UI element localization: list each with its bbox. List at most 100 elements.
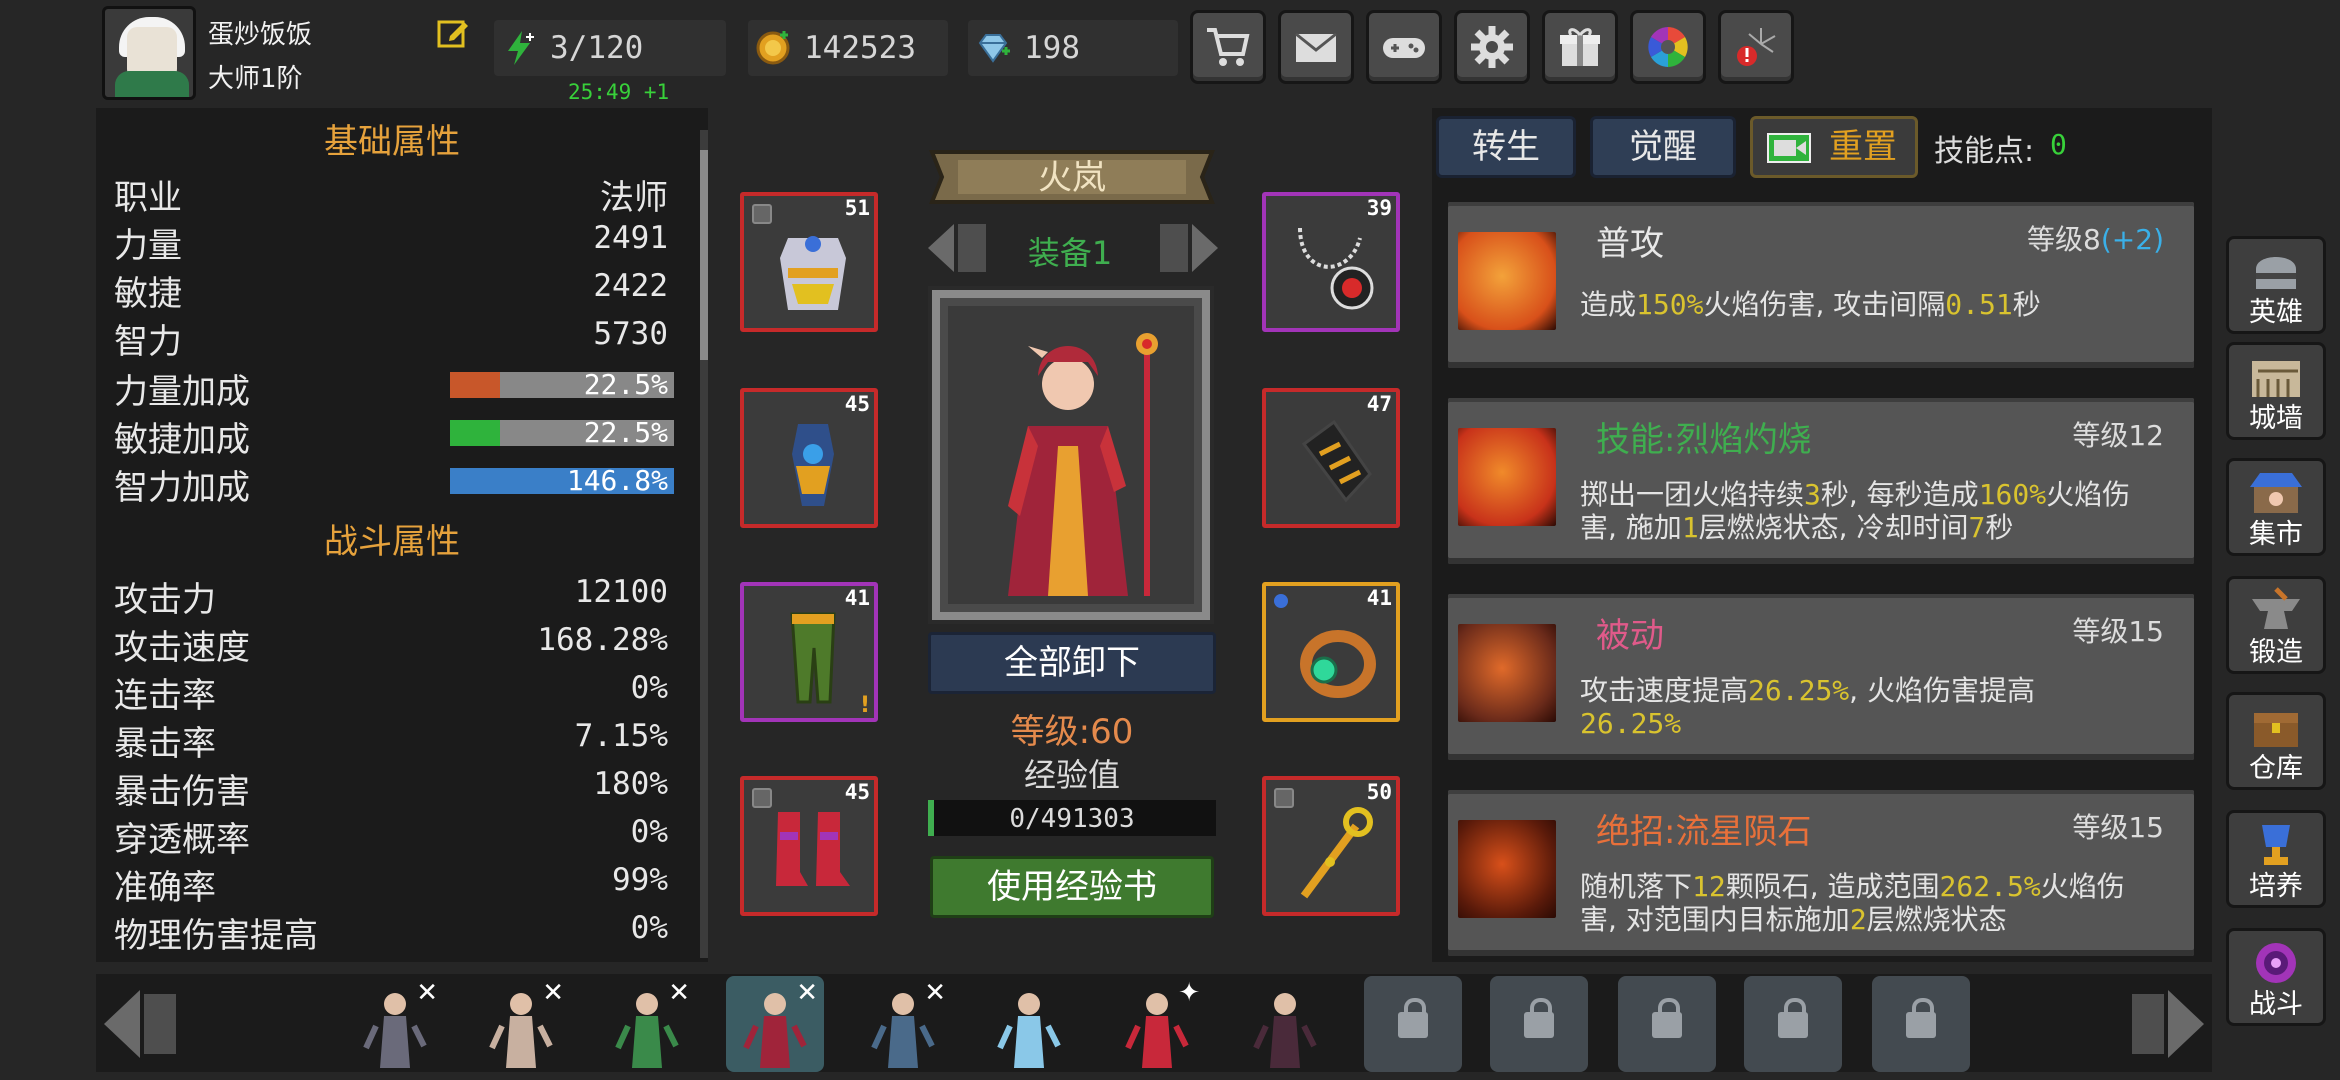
skill-description: 造成150%火焰伤害, 攻击间隔0.51秒 [1580, 288, 2170, 321]
combat-attributes-title: 战斗属性 [324, 522, 460, 562]
edit-name-icon[interactable] [436, 16, 470, 50]
bonus-value: 22.5% [583, 416, 668, 449]
combat-attr-label: 暴击伤害 [114, 772, 250, 812]
combat-attr-label: 穿透概率 [114, 820, 250, 860]
skill-card[interactable]: 被动 等级15 攻击速度提高26.25%, 火焰伤害提高 26.25% [1448, 594, 2194, 760]
equip-slot-ring[interactable]: 41 [1262, 582, 1400, 722]
side-menu-button[interactable]: 集市 [2226, 458, 2326, 556]
skill-value: 26.25% [1580, 707, 1682, 740]
skill-text: 随机落下 [1580, 870, 1693, 903]
side-menu-button[interactable]: 战斗 [2226, 928, 2326, 1026]
equip-slot-chest[interactable]: 51 [740, 192, 878, 332]
awaken-tab[interactable]: 觉醒 [1590, 116, 1736, 178]
rebirth-tab[interactable]: 转生 [1436, 116, 1576, 178]
shop-button[interactable] [1190, 10, 1266, 84]
equip-slot-staff[interactable]: 50 [1262, 776, 1400, 916]
side-menu-label: 锻造 [2249, 637, 2303, 668]
remove-icon[interactable]: ✕ [668, 978, 690, 1008]
equip-slot-boots[interactable]: 45 [740, 776, 878, 916]
gamepad-button[interactable] [1366, 10, 1442, 84]
leggings-icon [790, 612, 836, 704]
use-exp-book-button[interactable]: 使用经验书 [930, 856, 1214, 918]
hero-thumbnail[interactable] [1236, 976, 1334, 1072]
locked-hero-slot[interactable] [1872, 976, 1970, 1072]
side-menu-label: 仓库 [2249, 753, 2303, 784]
gloves-icon [1301, 419, 1372, 503]
skill-card[interactable]: 技能:烈焰灼烧 等级12 掷出一团火焰持续3秒, 每秒造成160%火焰伤 害, 施加1… [1448, 398, 2194, 564]
remove-icon[interactable]: ✕ [796, 978, 818, 1008]
combat-attr-value: 180% [593, 766, 668, 802]
equip-slot-legs[interactable]: 41 ! [740, 582, 878, 722]
hero-level: 等级:60 [1010, 712, 1134, 752]
player-avatar[interactable] [102, 6, 196, 100]
skill-text: 层燃烧状态, 冷却时间 [1698, 511, 1969, 544]
locked-hero-slot[interactable] [1744, 976, 1842, 1072]
remove-icon[interactable]: ✕ [924, 978, 946, 1008]
gamepad-icon [1383, 38, 1425, 58]
energy-timer: 25:49 +1 [568, 80, 670, 104]
skill-card[interactable]: 普攻 等级8(+2) 造成150%火焰伤害, 攻击间隔0.51秒 [1448, 202, 2194, 368]
side-menu-button[interactable]: 英雄 [2226, 236, 2326, 334]
exp-label: 经验值 [1023, 756, 1120, 794]
attr-value: 2491 [593, 220, 668, 256]
settings-button[interactable] [1454, 10, 1530, 84]
roster-next-arrow-icon[interactable] [2124, 984, 2208, 1064]
skill-value: 3 [1804, 478, 1821, 511]
skill-level-text: 等级8 [2027, 223, 2101, 256]
skill-card[interactable]: 绝招:流星陨石 等级15 随机落下12颗陨石, 造成范围262.5%火焰伤 害, 对范… [1448, 790, 2194, 956]
next-set-arrow-icon[interactable] [1150, 218, 1226, 278]
hero-thumbnail[interactable]: ✕ [346, 976, 444, 1072]
hero-thumbnail[interactable]: ✕ [726, 976, 824, 1072]
side-menu-button[interactable]: 锻造 [2226, 576, 2326, 674]
hero-sprite-icon [1253, 993, 1317, 1068]
color-wheel-button[interactable] [1630, 10, 1706, 84]
player-name: 蛋炒饭饭 [208, 20, 313, 50]
equip-slot-necklace[interactable]: 39 [1262, 192, 1400, 332]
helmet-icon [2256, 257, 2296, 289]
skill-level-text: 等级15 [2072, 615, 2164, 648]
skill-name: 普攻 [1596, 224, 1664, 264]
side-menu-button[interactable]: 培养 [2226, 810, 2326, 908]
prev-set-arrow-icon[interactable] [920, 218, 996, 278]
locked-hero-slot[interactable] [1618, 976, 1716, 1072]
bonus-label: 敏捷加成 [114, 420, 250, 460]
attributes-scrollbar-thumb[interactable] [700, 150, 708, 360]
equip-slot-gloves[interactable]: 47 [1262, 388, 1400, 528]
remove-icon[interactable]: ✕ [542, 978, 564, 1008]
basic-attributes-title: 基础属性 [324, 122, 460, 162]
remove-icon[interactable]: ✕ [416, 978, 438, 1008]
locked-hero-slot[interactable] [1490, 976, 1588, 1072]
unequip-all-button[interactable]: 全部卸下 [928, 632, 1216, 694]
gift-button[interactable] [1542, 10, 1618, 84]
locked-hero-slot[interactable] [1364, 976, 1462, 1072]
hero-thumbnail[interactable]: ✕ [854, 976, 952, 1072]
side-menu-button[interactable]: 城墙 [2226, 342, 2326, 440]
hero-thumbnail[interactable] [980, 976, 1078, 1072]
mail-button[interactable] [1278, 10, 1354, 84]
skill-text: 秒, 每秒造成 [1820, 478, 1979, 511]
skill-description: 掷出一团火焰持续3秒, 每秒造成160%火焰伤 害, 施加1层燃烧状态, 冷却时间… [1580, 478, 2170, 544]
event-button[interactable] [1718, 10, 1794, 84]
equip-level: 51 [844, 196, 870, 220]
side-menu-button[interactable]: 仓库 [2226, 692, 2326, 790]
skill-text: 火焰伤害, 攻击间隔 [1703, 288, 1946, 321]
skill-value: 12 [1692, 870, 1726, 903]
hero-thumbnail[interactable]: ✕ [472, 976, 570, 1072]
equip-level: 39 [1366, 196, 1392, 220]
skill-text: , 火焰伤害提高 [1849, 674, 2035, 707]
belt-icon [792, 424, 834, 506]
equip-slot-belt[interactable]: 45 [740, 388, 878, 528]
skill-points-label: 技能点: [1934, 134, 2035, 169]
video-ad-icon [1767, 133, 1811, 163]
hero-sprite-icon [997, 993, 1061, 1068]
agility-bonus-bar: 22.5% [450, 416, 674, 449]
roster-prev-arrow-icon[interactable] [100, 984, 184, 1064]
market-icon [2250, 473, 2302, 513]
side-menu-label: 战斗 [2249, 989, 2303, 1020]
equip-level: 41 [844, 586, 870, 610]
hero-thumbnail[interactable]: ✦ [1108, 976, 1206, 1072]
lock-icon [1906, 998, 1936, 1038]
skill-level: 等级12 [2072, 414, 2164, 454]
skill-description-line: 26.25% [1580, 707, 2170, 740]
hero-thumbnail[interactable]: ✕ [598, 976, 696, 1072]
